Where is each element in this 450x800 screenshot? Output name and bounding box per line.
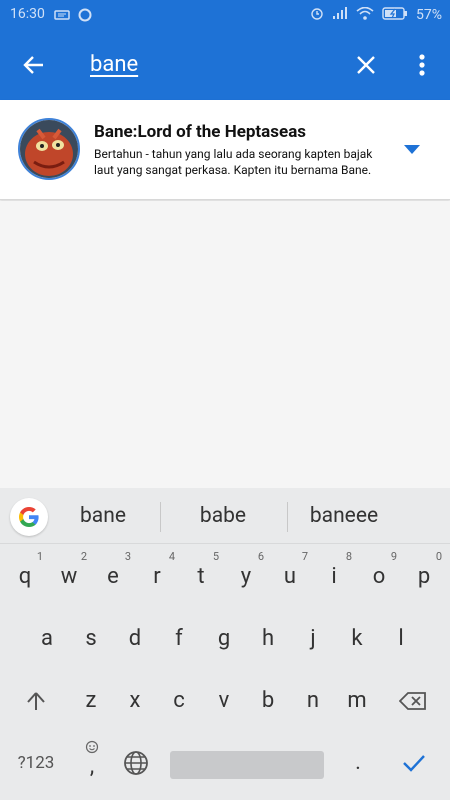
- key-i[interactable]: i8: [314, 550, 354, 600]
- soft-keyboard: bane babe baneee q1 w2 e3 r4 t5 y6 u7 i8…: [0, 488, 450, 800]
- smiley-icon: [85, 740, 99, 754]
- notification-icon: [54, 9, 70, 25]
- status-right-icons: 57%: [310, 6, 442, 24]
- checkmark-icon: [403, 755, 425, 772]
- key-z[interactable]: z: [71, 678, 111, 724]
- status-time: 16:30: [10, 6, 45, 22]
- overflow-menu-button[interactable]: [410, 49, 434, 81]
- result-title: Bane:Lord of the Heptaseas: [94, 122, 307, 142]
- caret-down-icon: [404, 145, 420, 154]
- key-t[interactable]: t5: [181, 550, 221, 600]
- key-u[interactable]: u7: [270, 550, 310, 600]
- comma-emoji-key[interactable]: ,: [72, 740, 112, 786]
- key-k[interactable]: k: [337, 616, 377, 662]
- suggestion-divider: [160, 502, 161, 532]
- signal-icon: [332, 7, 348, 23]
- google-logo-icon[interactable]: [10, 498, 48, 536]
- back-button[interactable]: [18, 49, 50, 81]
- alarm-icon: [310, 6, 324, 24]
- key-l[interactable]: l: [381, 616, 421, 662]
- key-g[interactable]: g: [204, 616, 244, 662]
- battery-icon: [382, 6, 408, 24]
- backspace-icon: [398, 692, 426, 711]
- app-bar: bane: [0, 30, 450, 100]
- expand-button[interactable]: [400, 140, 424, 160]
- suggestion-divider: [287, 502, 288, 532]
- key-s[interactable]: s: [71, 616, 111, 662]
- suggestion-1[interactable]: bane: [72, 504, 134, 528]
- enter-key[interactable]: [394, 740, 434, 786]
- key-v[interactable]: v: [204, 678, 244, 724]
- suggestion-2[interactable]: babe: [190, 504, 256, 528]
- backspace-key[interactable]: [390, 678, 436, 724]
- period-key[interactable]: .: [338, 740, 378, 786]
- key-c[interactable]: c: [159, 678, 199, 724]
- language-key[interactable]: [116, 740, 156, 786]
- key-b[interactable]: b: [248, 678, 288, 724]
- wifi-icon: [356, 6, 374, 24]
- key-d[interactable]: d: [115, 616, 155, 662]
- key-y[interactable]: y6: [226, 550, 266, 600]
- key-w[interactable]: w2: [49, 550, 89, 600]
- key-f[interactable]: f: [159, 616, 199, 662]
- key-x[interactable]: x: [115, 678, 155, 724]
- result-description: Bertahun - tahun yang lalu ada seorang k…: [94, 147, 373, 177]
- search-input[interactable]: bane: [90, 52, 138, 77]
- key-m[interactable]: m: [337, 678, 377, 724]
- key-e[interactable]: e3: [93, 550, 133, 600]
- result-list-item[interactable]: Bane:Lord of the Heptaseas Bertahun - ta…: [0, 100, 450, 200]
- battery-percent: 57%: [416, 7, 442, 23]
- status-left-icons: [54, 8, 92, 26]
- key-o[interactable]: o9: [359, 550, 399, 600]
- close-icon: [357, 56, 375, 74]
- suggestion-3[interactable]: baneee: [300, 504, 388, 528]
- circle-icon: [78, 8, 92, 26]
- clear-button[interactable]: [350, 49, 382, 81]
- globe-icon: [124, 751, 148, 776]
- arrow-left-icon: [23, 56, 43, 74]
- key-q[interactable]: q1: [5, 550, 45, 600]
- key-j[interactable]: j: [293, 616, 333, 662]
- key-p[interactable]: p0: [404, 550, 444, 600]
- key-a[interactable]: a: [27, 616, 67, 662]
- status-bar: 16:30 57%: [0, 0, 450, 30]
- suggestion-bar: bane babe baneee: [0, 488, 450, 544]
- symbols-key[interactable]: ?123: [8, 740, 64, 786]
- more-vert-icon: [419, 54, 425, 76]
- key-h[interactable]: h: [248, 616, 288, 662]
- shift-key[interactable]: [16, 678, 56, 724]
- empty-result-area: [0, 201, 450, 488]
- hero-avatar: [18, 118, 80, 180]
- key-r[interactable]: r4: [137, 550, 177, 600]
- shift-arrow-icon: [27, 692, 45, 711]
- space-bar[interactable]: [170, 751, 324, 779]
- key-n[interactable]: n: [293, 678, 333, 724]
